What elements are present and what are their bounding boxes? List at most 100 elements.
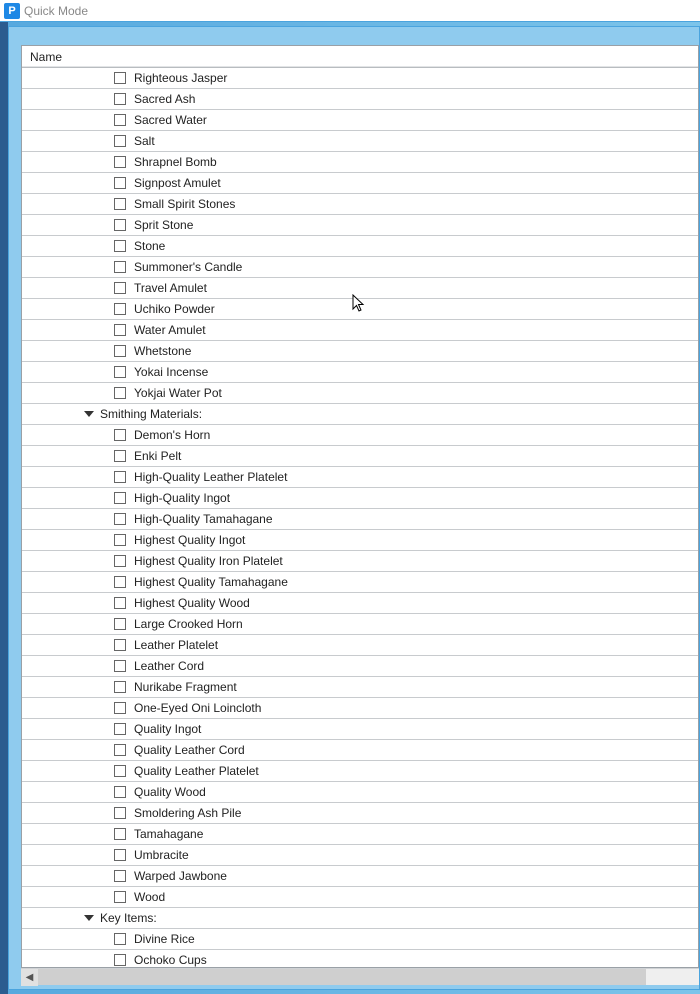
checkbox[interactable]: [114, 240, 126, 252]
checkbox[interactable]: [114, 492, 126, 504]
table-row[interactable]: Water Amulet: [22, 320, 698, 341]
expand-collapse-icon[interactable]: [84, 915, 94, 921]
expand-collapse-icon[interactable]: [84, 411, 94, 417]
checkbox[interactable]: [114, 660, 126, 672]
table-row[interactable]: Salt: [22, 131, 698, 152]
checkbox[interactable]: [114, 555, 126, 567]
checkbox[interactable]: [114, 933, 126, 945]
scroll-left-button[interactable]: ◀: [21, 969, 38, 986]
scroll-track[interactable]: [38, 969, 699, 985]
item-label: Yokai Incense: [134, 365, 208, 379]
checkbox[interactable]: [114, 219, 126, 231]
checkbox[interactable]: [114, 156, 126, 168]
checkbox[interactable]: [114, 450, 126, 462]
checkbox[interactable]: [114, 303, 126, 315]
checkbox[interactable]: [114, 282, 126, 294]
checkbox[interactable]: [114, 744, 126, 756]
grid-body[interactable]: Righteous JasperSacred AshSacred Water Sa…: [22, 68, 698, 967]
table-row[interactable]: Large Crooked Horn: [22, 614, 698, 635]
table-row[interactable]: Leather Platelet: [22, 635, 698, 656]
table-row[interactable]: Small Spirit Stones: [22, 194, 698, 215]
checkbox[interactable]: [114, 849, 126, 861]
titlebar[interactable]: P Quick Mode: [0, 0, 700, 22]
table-row[interactable]: High-Quality Tamahagane: [22, 509, 698, 530]
table-row[interactable]: Quality Leather Platelet: [22, 761, 698, 782]
item-label: Highest Quality Iron Platelet: [134, 554, 283, 568]
col-header-name[interactable]: Name: [30, 50, 62, 64]
table-row[interactable]: Ochoko Cups: [22, 950, 698, 967]
table-row[interactable]: Warped Jawbone: [22, 866, 698, 887]
table-row[interactable]: Travel Amulet: [22, 278, 698, 299]
checkbox[interactable]: [114, 198, 126, 210]
item-label: Highest Quality Tamahagane: [134, 575, 288, 589]
table-row[interactable]: Enki Pelt: [22, 446, 698, 467]
category-row[interactable]: Smithing Materials:: [22, 404, 698, 425]
checkbox[interactable]: [114, 366, 126, 378]
checkbox[interactable]: [114, 681, 126, 693]
table-row[interactable]: Quality Leather Cord: [22, 740, 698, 761]
checkbox[interactable]: [114, 597, 126, 609]
checkbox[interactable]: [114, 177, 126, 189]
horizontal-scrollbar[interactable]: ◀: [21, 968, 699, 985]
table-row[interactable]: Highest Quality Iron Platelet: [22, 551, 698, 572]
table-row[interactable]: Divine Rice: [22, 929, 698, 950]
checkbox[interactable]: [114, 807, 126, 819]
table-row[interactable]: One-Eyed Oni Loincloth: [22, 698, 698, 719]
checkbox[interactable]: [114, 324, 126, 336]
table-row[interactable]: Umbracite: [22, 845, 698, 866]
table-row[interactable]: Sacred Water: [22, 110, 698, 131]
table-row[interactable]: Yokjai Water Pot: [22, 383, 698, 404]
table-row[interactable]: Sacred Ash: [22, 89, 698, 110]
checkbox[interactable]: [114, 72, 126, 84]
table-row[interactable]: Highest Quality Ingot: [22, 530, 698, 551]
table-row[interactable]: Righteous Jasper: [22, 68, 698, 89]
item-label: Salt: [134, 134, 155, 148]
checkbox[interactable]: [114, 702, 126, 714]
checkbox[interactable]: [114, 954, 126, 966]
checkbox[interactable]: [114, 891, 126, 903]
table-row[interactable]: Quality Wood: [22, 782, 698, 803]
item-label: Leather Cord: [134, 659, 204, 673]
checkbox[interactable]: [114, 261, 126, 273]
checkbox[interactable]: [114, 135, 126, 147]
table-row[interactable]: High-Quality Leather Platelet: [22, 467, 698, 488]
table-row[interactable]: Stone: [22, 236, 698, 257]
checkbox[interactable]: [114, 471, 126, 483]
checkbox[interactable]: [114, 345, 126, 357]
grid-header[interactable]: Name: [22, 46, 698, 68]
table-row[interactable]: Highest Quality Tamahagane: [22, 572, 698, 593]
table-row[interactable]: Wood: [22, 887, 698, 908]
table-row[interactable]: Summoner's Candle: [22, 257, 698, 278]
table-row[interactable]: Shrapnel Bomb: [22, 152, 698, 173]
table-row[interactable]: Uchiko Powder: [22, 299, 698, 320]
table-row[interactable]: Smoldering Ash Pile: [22, 803, 698, 824]
table-row[interactable]: Sprit Stone: [22, 215, 698, 236]
checkbox[interactable]: [114, 765, 126, 777]
table-row[interactable]: Highest Quality Wood: [22, 593, 698, 614]
table-row[interactable]: Yokai Incense: [22, 362, 698, 383]
checkbox[interactable]: [114, 828, 126, 840]
checkbox[interactable]: [114, 786, 126, 798]
item-label: Quality Ingot: [134, 722, 201, 736]
table-row[interactable]: Demon's Horn: [22, 425, 698, 446]
checkbox[interactable]: [114, 870, 126, 882]
table-row[interactable]: Leather Cord: [22, 656, 698, 677]
checkbox[interactable]: [114, 114, 126, 126]
table-row[interactable]: Nurikabe Fragment: [22, 677, 698, 698]
checkbox[interactable]: [114, 723, 126, 735]
table-row[interactable]: Quality Ingot: [22, 719, 698, 740]
category-row[interactable]: Key Items:: [22, 908, 698, 929]
checkbox[interactable]: [114, 576, 126, 588]
checkbox[interactable]: [114, 429, 126, 441]
table-row[interactable]: Signpost Amulet: [22, 173, 698, 194]
table-row[interactable]: Whetstone: [22, 341, 698, 362]
checkbox[interactable]: [114, 534, 126, 546]
checkbox[interactable]: [114, 618, 126, 630]
table-row[interactable]: High-Quality Ingot: [22, 488, 698, 509]
checkbox[interactable]: [114, 639, 126, 651]
checkbox[interactable]: [114, 387, 126, 399]
scroll-thumb[interactable]: [38, 969, 646, 985]
checkbox[interactable]: [114, 93, 126, 105]
checkbox[interactable]: [114, 513, 126, 525]
table-row[interactable]: Tamahagane: [22, 824, 698, 845]
